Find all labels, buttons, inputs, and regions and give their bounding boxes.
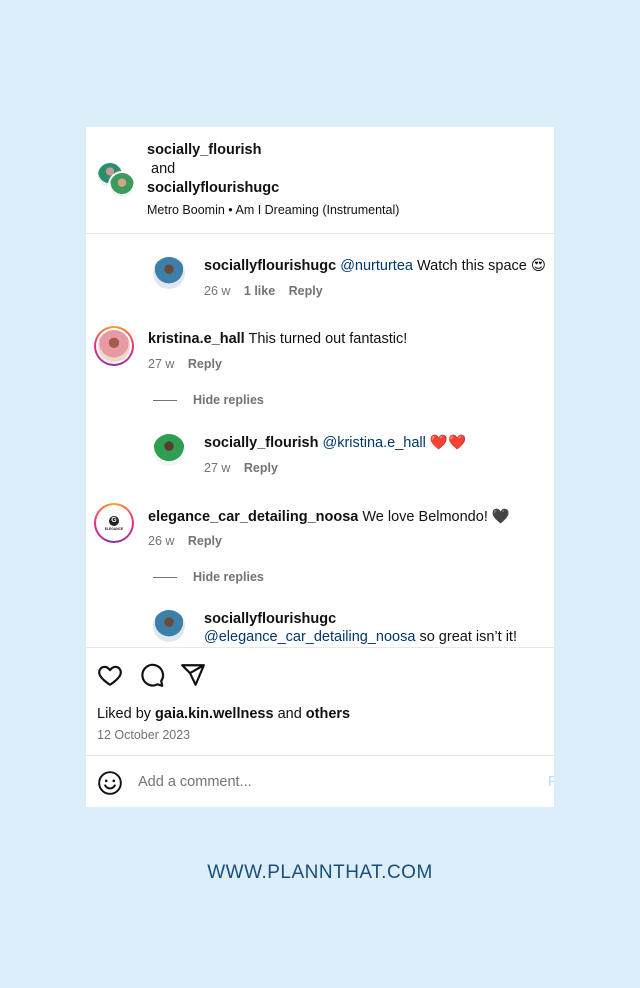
post-button[interactable]: P	[548, 774, 554, 790]
header-user-1[interactable]: socially_flourish	[147, 141, 399, 160]
divider	[86, 233, 554, 234]
comment-time: 27 w	[148, 357, 175, 371]
comment-text: kristina.e_hall This turned out fantasti…	[148, 331, 407, 347]
comment-body: Watch this space 😍	[416, 258, 546, 274]
comment-username[interactable]: kristina.e_hall	[148, 331, 245, 347]
comment-mention[interactable]: @kristina.e_hall	[322, 435, 425, 451]
comment-text: socially_flourish @kristina.e_hall ❤️❤️	[204, 434, 466, 451]
comment-username[interactable]: sociallyflourishugc	[204, 258, 336, 274]
liked-by: Liked by gaia.kin.wellness and others	[97, 706, 350, 722]
avatar-image	[153, 610, 185, 642]
avatar[interactable]	[153, 610, 185, 642]
comment-body: so great isn’t it!	[419, 629, 517, 645]
comment-bubble-icon[interactable]	[139, 662, 165, 688]
comment-time: 27 w	[204, 461, 231, 475]
liked-by-user[interactable]: gaia.kin.wellness	[155, 706, 273, 722]
post-date: 12 October 2023	[97, 728, 191, 742]
comment-body: ❤️❤️	[429, 435, 466, 451]
comment-body: This turned out fantastic!	[248, 331, 408, 347]
comment-mention[interactable]: @elegance_car_detailing_noosa	[204, 629, 415, 645]
reply-button[interactable]: Reply	[289, 284, 323, 298]
header-user-2[interactable]: sociallyflourishugc	[147, 179, 399, 198]
comment-username[interactable]: socially_flourish	[204, 435, 318, 451]
avatar-ring-inner: G ELEGANCE	[96, 505, 132, 541]
footer-url[interactable]: WWW.PLANNTHAT.COM	[0, 862, 640, 884]
comment-text: elegance_car_detailing_noosa We love Bel…	[148, 508, 510, 525]
comment-mention[interactable]: @nurturtea	[340, 258, 413, 274]
header-joiner: and	[151, 161, 176, 177]
avatar[interactable]	[153, 257, 185, 289]
reply-button[interactable]: Reply	[244, 461, 278, 475]
avatar-image: G ELEGANCE	[98, 507, 130, 539]
liked-by-middle: and	[277, 706, 302, 722]
comment-username[interactable]: elegance_car_detailing_noosa	[148, 509, 358, 525]
comment-meta: 26 w 1 like Reply	[204, 284, 333, 298]
brand-logo-icon: G	[109, 515, 119, 526]
song-separator: •	[228, 203, 233, 217]
avatar-image	[153, 257, 185, 289]
avatar-image	[153, 434, 185, 466]
avatar-story-ring[interactable]	[94, 326, 134, 366]
avatar[interactable]	[153, 434, 185, 466]
comment-body: We love Belmondo! 🖤	[362, 509, 510, 525]
paper-plane-icon[interactable]	[180, 662, 206, 688]
liked-by-others[interactable]: others	[306, 706, 350, 722]
post-actions: Liked by gaia.kin.wellness and others 12…	[86, 647, 554, 758]
comment-time: 26 w	[148, 534, 175, 548]
song-title: Am I Dreaming (Instrumental)	[235, 203, 400, 217]
comment-meta: 27 w Reply	[148, 357, 232, 371]
heart-icon[interactable]	[97, 662, 123, 688]
post-card: socially_flourish and sociallyflourishug…	[86, 127, 554, 807]
header-text: socially_flourish and sociallyflourishug…	[147, 141, 399, 220]
song-info[interactable]: Metro Boomin • Am I Dreaming (Instrument…	[147, 201, 399, 220]
add-comment-input[interactable]: Add a comment...	[138, 774, 252, 790]
comment-meta: 26 w Reply	[148, 534, 232, 548]
comment-meta: 27 w Reply	[204, 461, 288, 475]
hide-replies-button[interactable]: Hide replies	[153, 393, 264, 407]
comment-likes[interactable]: 1 like	[244, 284, 275, 298]
avatar-ring-inner	[96, 328, 132, 364]
avatar	[108, 171, 136, 199]
comment-text: sociallyflourishugc @elegance_car_detail…	[204, 611, 517, 645]
reply-button[interactable]: Reply	[188, 534, 222, 548]
brand-logo-text: ELEGANCE	[104, 526, 124, 531]
hide-replies-line	[153, 577, 177, 579]
post-header: socially_flourish and sociallyflourishug…	[86, 127, 554, 233]
comment-body-line: @elegance_car_detailing_noosa so great i…	[204, 629, 517, 645]
avatar-story-ring[interactable]: G ELEGANCE	[94, 503, 134, 543]
hide-replies-label: Hide replies	[193, 393, 264, 407]
reply-button[interactable]: Reply	[188, 357, 222, 371]
hide-replies-button[interactable]: Hide replies	[153, 570, 264, 584]
avatar-image	[98, 330, 130, 362]
add-comment-row: Add a comment... P	[86, 755, 554, 807]
comment-time: 26 w	[204, 284, 231, 298]
collab-avatars[interactable]	[96, 159, 136, 199]
comment-text: sociallyflourishugc @nurturtea Watch thi…	[204, 258, 546, 274]
hide-replies-label: Hide replies	[193, 570, 264, 584]
smiley-icon[interactable]	[97, 770, 123, 796]
hide-replies-line	[153, 400, 177, 402]
song-artist: Metro Boomin	[147, 203, 225, 217]
liked-by-prefix: Liked by	[97, 706, 152, 722]
comment-username[interactable]: sociallyflourishugc	[204, 611, 517, 627]
